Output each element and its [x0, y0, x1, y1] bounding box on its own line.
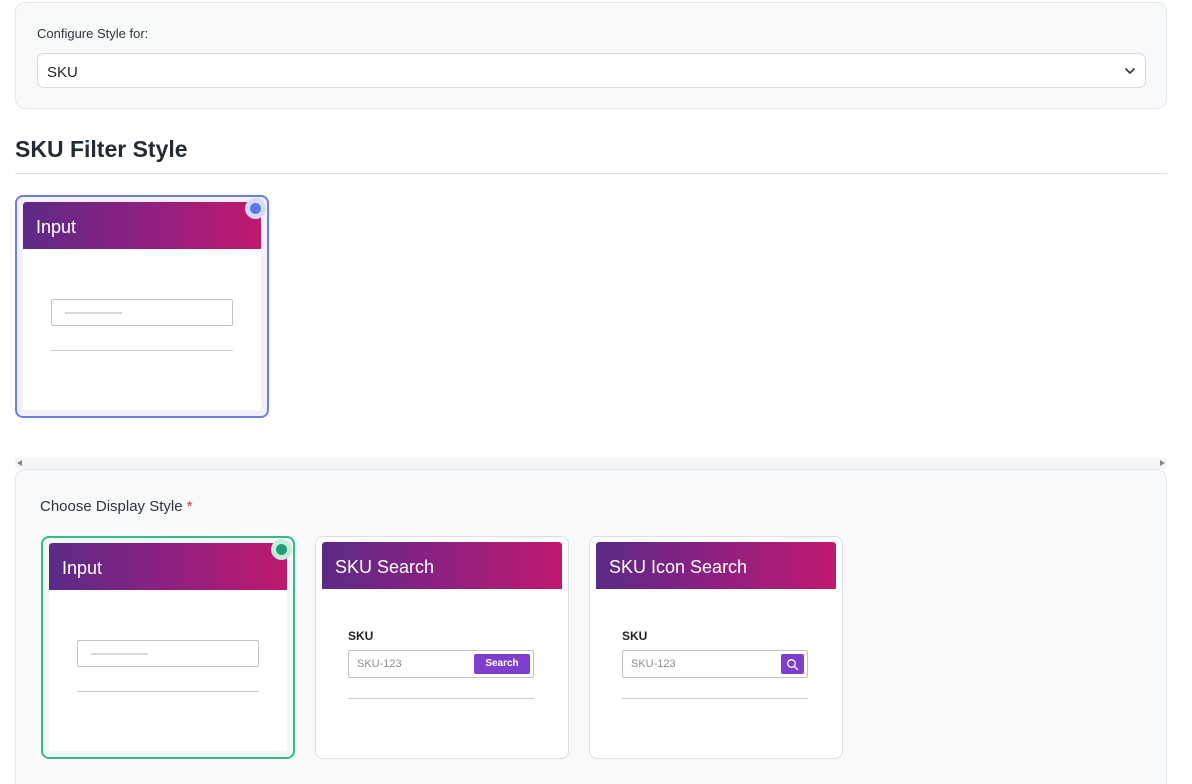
display-style-label: Choose Display Style *: [40, 498, 193, 515]
sku-icon-search-field: SKU-123: [622, 650, 808, 678]
selected-radio-indicator: [271, 539, 292, 560]
sku-search-field: SKU-123 Search: [348, 650, 534, 678]
card-preview: Input: [23, 202, 261, 410]
configure-style-label: Configure Style for:: [37, 26, 149, 41]
card-header: SKU Search: [322, 542, 562, 589]
preview-input-box: [77, 640, 259, 667]
filter-style-card-input[interactable]: Input: [15, 195, 269, 418]
card-preview: Input: [49, 543, 287, 751]
sku-placeholder: SKU-123: [631, 658, 676, 670]
section-divider: [15, 173, 1167, 174]
configure-style-select[interactable]: SKU: [37, 53, 1146, 88]
display-style-label-text: Choose Display Style: [40, 498, 183, 515]
horizontal-scrollbar[interactable]: [15, 458, 1167, 469]
search-icon: [787, 659, 799, 671]
scroll-left-arrow-icon[interactable]: [17, 460, 22, 466]
search-icon-button: [781, 654, 804, 674]
selected-radio-indicator: [245, 198, 266, 219]
preview-underline: [348, 698, 534, 699]
preview-underline: [51, 350, 233, 351]
display-style-panel: Choose Display Style * Input SKU Search …: [15, 469, 1167, 784]
filter-style-title: SKU Filter Style: [15, 136, 188, 162]
sku-field-label: SKU: [348, 629, 374, 643]
preview-underline: [622, 698, 808, 699]
chevron-down-icon: [1125, 68, 1135, 74]
sku-field-label: SKU: [622, 629, 648, 643]
display-style-card-sku-search[interactable]: SKU Search SKU SKU-123 Search: [315, 536, 569, 759]
card-header: Input: [23, 202, 261, 249]
display-style-card-input[interactable]: Input: [41, 536, 295, 759]
preview-underline: [77, 691, 259, 692]
scroll-right-arrow-icon[interactable]: [1160, 460, 1165, 466]
configure-style-panel: Configure Style for: SKU: [15, 2, 1167, 109]
configure-style-select-value: SKU: [47, 64, 78, 81]
preview-input-box: [51, 299, 233, 326]
card-header: Input: [49, 543, 287, 590]
display-style-card-sku-icon-search[interactable]: SKU Icon Search SKU SKU-123: [589, 536, 843, 759]
search-button: Search: [474, 654, 530, 674]
sku-placeholder: SKU-123: [357, 658, 402, 670]
card-header: SKU Icon Search: [596, 542, 836, 589]
required-marker: *: [186, 498, 193, 515]
card-preview: SKU Icon Search SKU SKU-123: [596, 542, 836, 752]
card-preview: SKU Search SKU SKU-123 Search: [322, 542, 562, 752]
